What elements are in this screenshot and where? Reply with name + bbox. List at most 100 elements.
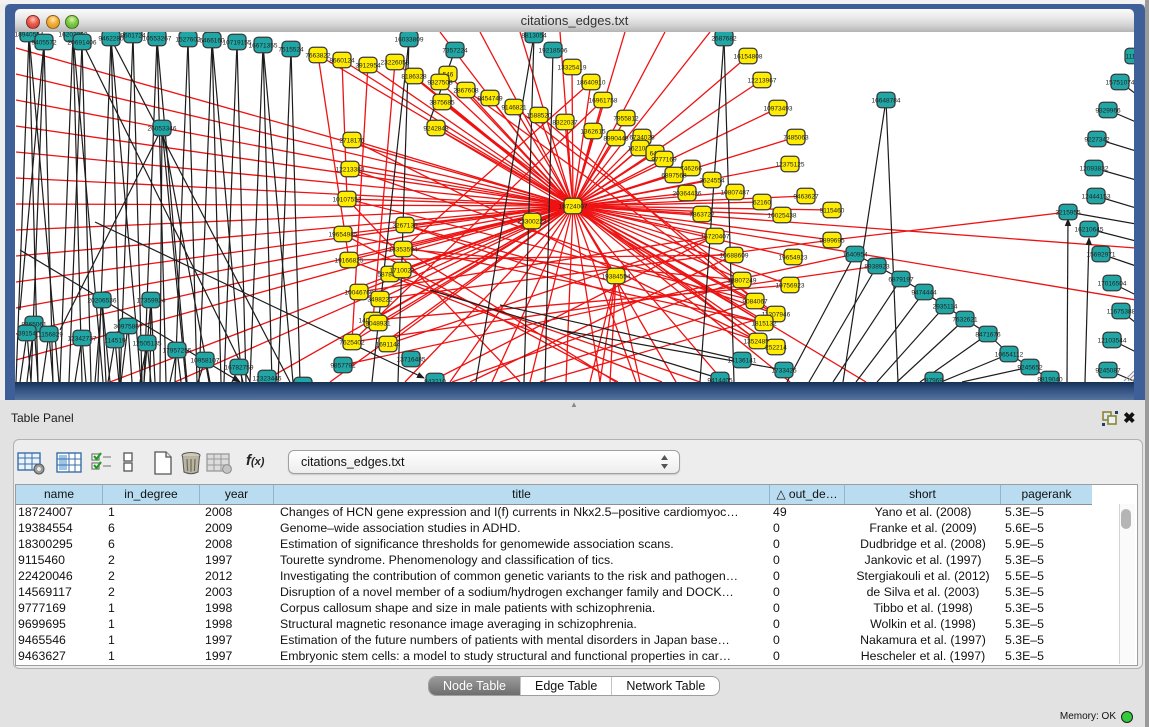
svg-text:19756923: 19756923 (776, 282, 805, 289)
svg-text:17359924: 17359924 (137, 297, 166, 304)
svg-text:18724007: 18724007 (559, 203, 588, 210)
svg-text:10025438: 10025438 (768, 212, 797, 219)
svg-text:30975867: 30975867 (114, 323, 143, 330)
svg-text:9242848: 9242848 (423, 125, 449, 132)
svg-text:1640954: 1640954 (842, 251, 868, 258)
svg-text:19654985: 19654985 (329, 231, 358, 238)
svg-text:8813054: 8813054 (521, 32, 547, 39)
svg-text:6879197: 6879197 (888, 276, 914, 283)
svg-text:16154808: 16154808 (734, 53, 763, 60)
svg-text:9463627: 9463627 (793, 193, 819, 200)
svg-text:2935114: 2935114 (933, 303, 958, 310)
svg-text:15720407: 15720407 (701, 233, 730, 240)
svg-text:16033809: 16033809 (395, 36, 424, 43)
svg-text:2867608: 2867608 (453, 87, 479, 94)
svg-text:19384554: 19384554 (602, 273, 631, 280)
svg-text:1362615: 1362615 (580, 128, 606, 135)
svg-text:16648784: 16648784 (872, 97, 901, 104)
svg-text:7625402: 7625402 (339, 339, 365, 346)
svg-text:9474444: 9474444 (911, 289, 937, 296)
svg-text:6897568: 6897568 (661, 172, 687, 179)
svg-text:8186328: 8186328 (401, 73, 427, 80)
svg-text:9048931: 9048931 (365, 320, 391, 327)
svg-text:9245652: 9245652 (1017, 364, 1043, 371)
svg-text:9115460: 9115460 (820, 207, 845, 214)
svg-text:7515524: 7515524 (278, 46, 304, 53)
svg-text:10688609: 10688609 (720, 252, 749, 259)
svg-text:9327508: 9327508 (427, 79, 453, 86)
svg-text:12444153: 12444153 (1082, 193, 1111, 200)
svg-text:10046766: 10046766 (345, 289, 374, 296)
svg-text:7485063: 7485063 (783, 134, 809, 141)
svg-text:8454749: 8454749 (477, 95, 503, 102)
svg-text:12213967: 12213967 (748, 77, 777, 84)
svg-text:11122: 11122 (1125, 53, 1134, 60)
svg-text:20691406: 20691406 (68, 39, 97, 46)
svg-text:9329966: 9329966 (1095, 107, 1121, 114)
svg-text:8322037: 8322037 (552, 119, 578, 126)
svg-text:62160: 62160 (753, 199, 771, 206)
svg-text:3912954: 3912954 (355, 62, 381, 69)
svg-text:10719155: 10719155 (223, 39, 252, 46)
svg-text:8990448: 8990448 (603, 135, 629, 142)
svg-text:7357224: 7357224 (442, 47, 468, 54)
svg-text:12505135: 12505135 (133, 340, 162, 347)
svg-text:10958107: 10958107 (191, 357, 220, 364)
svg-text:9146821: 9146821 (501, 104, 527, 111)
svg-text:15692971: 15692971 (1087, 251, 1116, 258)
svg-text:12342737: 12342737 (68, 335, 97, 342)
svg-text:1815132: 1815132 (751, 320, 777, 327)
svg-text:3624554: 3624554 (699, 177, 725, 184)
svg-text:1710023: 1710023 (389, 267, 415, 274)
svg-text:17957255: 17957255 (163, 347, 192, 354)
svg-text:20364436: 20364436 (673, 190, 702, 197)
svg-text:12375125: 12375125 (776, 161, 805, 168)
svg-text:9227342: 9227342 (1084, 136, 1110, 143)
svg-text:19654923: 19654923 (779, 254, 808, 261)
svg-text:12093832: 12093832 (1080, 165, 1109, 172)
svg-text:10973493: 10973493 (764, 105, 793, 112)
svg-text:9899695: 9899695 (819, 237, 845, 244)
svg-text:252214: 252214 (765, 344, 787, 351)
svg-text:1691144: 1691144 (376, 341, 401, 348)
svg-text:19166825: 19166825 (335, 257, 364, 264)
svg-text:3498222: 3498222 (367, 296, 393, 303)
svg-text:12213383: 12213383 (336, 166, 365, 173)
svg-text:26053346: 26053346 (148, 125, 177, 132)
svg-text:8938923: 8938923 (864, 263, 890, 270)
svg-text:23226058: 23226058 (381, 59, 410, 66)
svg-text:9405572: 9405572 (31, 39, 57, 46)
svg-text:18807249: 18807249 (728, 277, 757, 284)
svg-text:7632621: 7632621 (952, 316, 978, 323)
svg-text:9245087: 9245087 (1095, 367, 1121, 374)
svg-text:14136141: 14136141 (728, 357, 757, 364)
svg-text:20206536: 20206536 (88, 297, 117, 304)
svg-text:7663822: 7663822 (305, 52, 331, 59)
svg-text:9857791: 9857791 (330, 362, 356, 369)
svg-text:16210645: 16210645 (1075, 226, 1104, 233)
svg-text:12323446: 12323446 (253, 375, 282, 382)
svg-text:114519: 114519 (104, 337, 126, 344)
svg-text:8471676: 8471676 (975, 331, 1001, 338)
svg-text:7955812: 7955812 (613, 115, 639, 122)
svg-text:7863722: 7863722 (689, 211, 715, 218)
svg-text:10107553: 10107553 (333, 196, 362, 203)
svg-text:3267130: 3267130 (392, 222, 418, 229)
svg-text:8660124: 8660124 (329, 57, 355, 64)
svg-text:3215955: 3215955 (1055, 209, 1081, 216)
svg-text:10807487: 10807487 (721, 189, 750, 196)
svg-text:3875685: 3875685 (429, 99, 455, 106)
svg-text:16782759: 16782759 (225, 364, 254, 371)
svg-text:2687682: 2687682 (711, 35, 737, 42)
svg-text:16671355: 16671355 (249, 42, 278, 49)
svg-text:18640910: 18640910 (577, 79, 606, 86)
svg-text:39154: 39154 (18, 330, 36, 337)
svg-text:1588520: 1588520 (526, 112, 552, 119)
svg-text:11156829: 11156829 (35, 331, 63, 338)
svg-text:1733426: 1733426 (771, 367, 797, 374)
svg-text:15751074: 15751074 (1106, 79, 1134, 86)
svg-text:11675388: 11675388 (1107, 308, 1134, 315)
svg-text:13716485: 13716485 (397, 356, 426, 363)
svg-text:19218506: 19218506 (539, 47, 568, 54)
svg-text:10654112: 10654112 (995, 351, 1024, 358)
